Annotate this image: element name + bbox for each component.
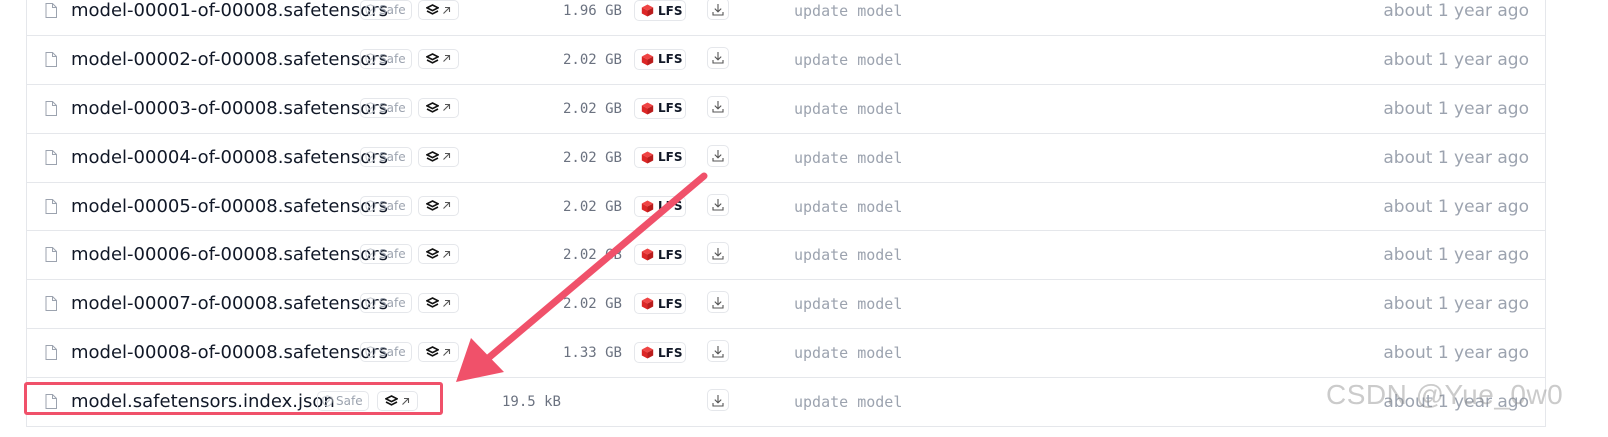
download-icon <box>712 247 724 260</box>
file-size: 2.02 GB <box>562 149 622 166</box>
lfs-cube-icon <box>641 102 654 115</box>
lfs-label: LFS <box>658 150 683 165</box>
download-icon <box>712 199 724 211</box>
commit-time: about 1 year ago <box>1383 1 1529 21</box>
commit-time: about 1 year ago <box>1383 147 1529 168</box>
lfs-label: LFS <box>658 199 683 214</box>
lfs-label: LFS <box>658 345 683 360</box>
commit-message-link[interactable]: update model <box>794 148 902 168</box>
file-size: 2.02 GB <box>562 296 622 313</box>
file-size: 2.02 GB <box>562 100 622 117</box>
lfs-badge[interactable]: LFS <box>634 342 686 364</box>
commit-time: about 1 year ago <box>1383 294 1529 315</box>
download-icon <box>712 150 724 162</box>
lfs-badge[interactable]: LFS <box>634 0 686 21</box>
lfs-cube-icon <box>641 151 654 164</box>
commit-time: about 1 year ago <box>1383 98 1529 119</box>
file-row[interactable]: model-00005-of-00008.safetensors Safe 2.… <box>27 183 1545 232</box>
lfs-cube-icon <box>641 297 654 310</box>
file-size: 19.5 kB <box>501 394 561 411</box>
file-row[interactable]: model-00004-of-00008.safetensors Safe 2.… <box>27 134 1545 183</box>
commit-message-link[interactable]: update model <box>794 1 902 21</box>
download-button[interactable] <box>707 46 729 69</box>
file-row[interactable]: model.safetensors.index.json Safe 19.5 k… <box>27 378 1545 428</box>
file-size: 2.02 GB <box>562 198 622 215</box>
lfs-badge[interactable]: LFS <box>634 48 686 70</box>
download-icon <box>712 101 724 113</box>
commit-time: about 1 year ago <box>1383 245 1529 266</box>
file-browser: model-00001-of-00008.safetensors Safe 1.… <box>0 0 1608 437</box>
commit-message-link[interactable]: update model <box>794 197 902 217</box>
commit-message-link[interactable]: update model <box>794 343 902 363</box>
download-button[interactable] <box>707 242 729 265</box>
file-size: 2.02 GB <box>562 51 622 68</box>
lfs-label: LFS <box>658 296 683 311</box>
commit-time: about 1 year ago <box>1383 49 1529 70</box>
download-button[interactable] <box>707 144 729 167</box>
download-icon <box>712 296 724 309</box>
lfs-label: LFS <box>658 3 683 18</box>
lfs-label: LFS <box>658 247 683 262</box>
download-icon <box>712 394 724 407</box>
lfs-badge[interactable]: LFS <box>634 293 686 315</box>
commit-time: about 1 year ago <box>1383 392 1529 413</box>
lfs-cube-icon <box>641 200 654 213</box>
file-size: 2.02 GB <box>562 247 622 264</box>
file-list: model-00001-of-00008.safetensors Safe 1.… <box>26 0 1546 428</box>
download-button[interactable] <box>707 389 729 412</box>
commit-time: about 1 year ago <box>1383 343 1529 364</box>
file-row[interactable]: model-00008-of-00008.safetensors Safe 1.… <box>27 329 1545 379</box>
file-row[interactable]: model-00001-of-00008.safetensors Safe 1.… <box>27 0 1545 36</box>
lfs-cube-icon <box>641 53 654 66</box>
commit-message-link[interactable]: update model <box>794 245 902 265</box>
download-button[interactable] <box>707 0 729 20</box>
file-size: 1.96 GB <box>562 3 622 19</box>
lfs-label: LFS <box>658 101 683 116</box>
file-row[interactable]: model-00003-of-00008.safetensors Safe 2.… <box>27 85 1545 134</box>
file-row[interactable]: model-00002-of-00008.safetensors Safe 2.… <box>27 36 1545 85</box>
download-button[interactable] <box>707 193 729 216</box>
download-icon <box>712 345 724 358</box>
file-row[interactable]: model-00006-of-00008.safetensors Safe 2.… <box>27 231 1545 281</box>
commit-time: about 1 year ago <box>1383 196 1529 217</box>
lfs-badge[interactable]: LFS <box>634 146 686 168</box>
download-button[interactable] <box>707 291 729 314</box>
lfs-cube-icon <box>641 4 654 17</box>
lfs-badge[interactable]: LFS <box>634 244 686 266</box>
download-icon <box>712 3 724 16</box>
commit-message-link[interactable]: update model <box>794 392 902 412</box>
file-size: 1.33 GB <box>562 345 622 362</box>
download-button[interactable] <box>707 95 729 118</box>
download-icon <box>712 52 724 64</box>
lfs-label: LFS <box>658 52 683 67</box>
lfs-cube-icon <box>641 346 654 359</box>
lfs-cube-icon <box>641 248 654 261</box>
lfs-badge[interactable]: LFS <box>634 97 686 119</box>
lfs-badge[interactable]: LFS <box>634 195 686 217</box>
download-button[interactable] <box>707 340 729 363</box>
commit-message-link[interactable]: update model <box>794 50 902 70</box>
file-row[interactable]: model-00007-of-00008.safetensors Safe 2.… <box>27 280 1545 330</box>
commit-message-link[interactable]: update model <box>794 99 902 119</box>
commit-message-link[interactable]: update model <box>794 294 902 314</box>
